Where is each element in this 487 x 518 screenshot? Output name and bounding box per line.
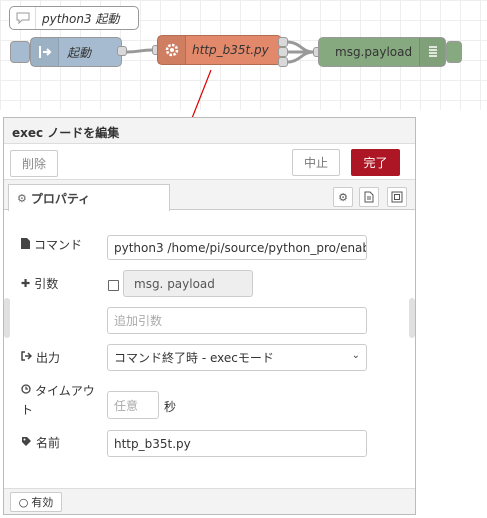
- output-mode-value: コマンド終了時 - execモード: [114, 351, 274, 365]
- chevron-down-icon: ⌄: [351, 350, 360, 361]
- flow-canvas[interactable]: python3 起動 起動 http_b35t.py msg.payload: [0, 0, 487, 141]
- delete-button[interactable]: 削除: [10, 150, 58, 177]
- tab-properties[interactable]: ⚙ プロパティ: [8, 184, 170, 211]
- circle-icon: ○: [18, 495, 29, 509]
- tab-bar: ⚙ プロパティ ⚙: [4, 180, 415, 211]
- timeout-input[interactable]: 任意: [107, 391, 159, 419]
- plus-icon: ✚: [21, 277, 31, 290]
- settings-tab-button[interactable]: ⚙: [333, 187, 353, 207]
- timeout-label: タイムアウ ト: [21, 384, 95, 417]
- tag-icon: [21, 436, 32, 450]
- command-input[interactable]: python3 /home/pi/source/python_pro/enabl…: [107, 235, 367, 260]
- left-resize-handle[interactable]: [4, 298, 10, 338]
- output-mode-select[interactable]: コマンド終了時 - execモード ⌄: [107, 344, 367, 371]
- args-label: ✚ 引数: [21, 277, 59, 291]
- clock-icon: [21, 384, 31, 397]
- append-msg-payload-checkbox[interactable]: [108, 280, 119, 291]
- file-icon: [21, 237, 30, 252]
- name-label: 名前: [21, 434, 60, 451]
- dialog-toolbar: 削除 中止 完了: [4, 144, 415, 180]
- edit-dialog: exec ノードを編集 削除 中止 完了 ⚙ プロパティ ⚙ コマンド pyth…: [3, 117, 416, 515]
- description-tab-button[interactable]: [359, 187, 379, 207]
- dialog-footer: ○ 有効: [4, 488, 415, 514]
- timeout-unit: 秒: [164, 400, 177, 414]
- extra-args-input[interactable]: 追加引数: [107, 307, 367, 334]
- append-msg-payload-field: msg. payload: [123, 270, 253, 297]
- command-label: コマンド: [21, 236, 82, 253]
- document-icon: [364, 191, 374, 203]
- tab-properties-label: プロパティ: [30, 191, 91, 206]
- gear-icon: ⚙: [17, 191, 27, 205]
- frame-icon: [391, 191, 403, 203]
- right-resize-handle[interactable]: [409, 298, 415, 338]
- gear-icon: ⚙: [338, 190, 348, 204]
- sign-out-icon: [21, 351, 33, 364]
- done-button[interactable]: 完了: [351, 149, 400, 176]
- cancel-button[interactable]: 中止: [292, 149, 340, 176]
- appearance-tab-button[interactable]: [387, 187, 407, 207]
- name-input[interactable]: http_b35t.py: [107, 430, 367, 457]
- output-label: 出力: [21, 349, 60, 366]
- enable-toggle-button[interactable]: ○ 有効: [10, 492, 62, 512]
- dialog-title: exec ノードを編集: [4, 118, 415, 144]
